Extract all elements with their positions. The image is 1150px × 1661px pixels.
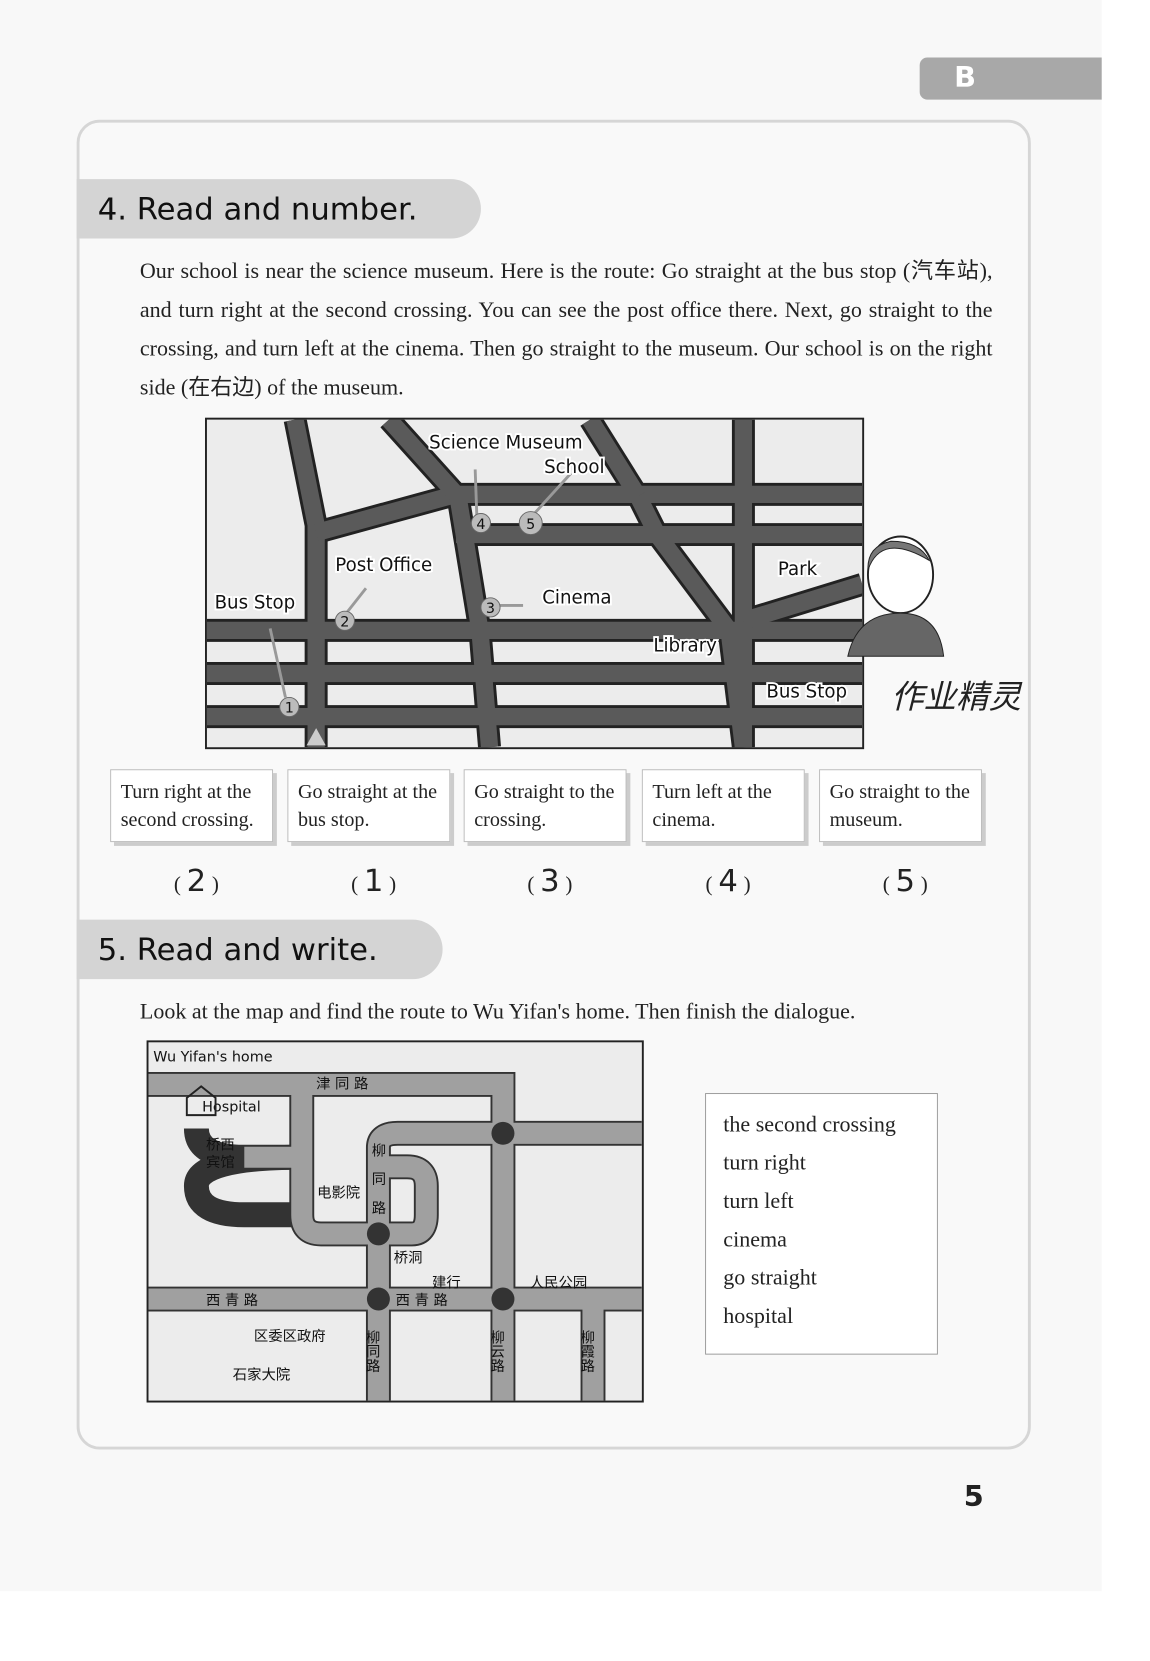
svg-text:石家大院: 石家大院 [233, 1367, 290, 1384]
label-library: Library [653, 635, 717, 656]
map-1-roads: 1 2 3 4 5 Science Museum School Post Offic… [206, 411, 866, 749]
svg-text:柳: 柳 [372, 1142, 386, 1159]
svg-text:柳云路: 柳云路 [488, 1329, 504, 1373]
svg-text:建行: 建行 [432, 1275, 461, 1292]
label-bus-stop-right: Bus Stop [766, 681, 847, 702]
step-box: Turn left at the cinema. [641, 769, 805, 843]
svg-text:人民公园: 人民公园 [530, 1275, 587, 1292]
step-box: Go straight to the museum. [819, 769, 982, 843]
label-school: School [544, 457, 604, 478]
svg-text:区委区政府: 区委区政府 [254, 1328, 326, 1345]
svg-text:4: 4 [476, 517, 485, 533]
svg-text:路: 路 [372, 1200, 386, 1217]
answer-slot[interactable]: (1) [316, 862, 431, 898]
label-cinema-cn: 电影院 [317, 1185, 360, 1202]
svg-text:西 青 路: 西 青 路 [396, 1292, 448, 1309]
answer-slot[interactable]: (2) [139, 862, 254, 898]
step-box: Turn right at the second crossing. [110, 769, 274, 843]
svg-text:桥洞: 桥洞 [394, 1250, 423, 1267]
label-bus-stop: Bus Stop [215, 592, 296, 613]
step-box: Go straight to the crossing. [463, 769, 627, 843]
svg-text:5: 5 [526, 517, 535, 533]
word-item: hospital [723, 1303, 794, 1328]
word-item: turn left [723, 1188, 794, 1213]
route-map-2: Wu Yifan's home Hospital 津 同 路 桥西 宾馆 电影院… [146, 1040, 644, 1403]
section-5-instruction: Look at the map and find the route to Wu… [139, 999, 856, 1024]
unit-tab: B [919, 57, 1102, 100]
step-box: Go straight at the bus stop. [287, 769, 451, 843]
page-number: 5 [963, 1480, 984, 1514]
map-2-roads: Wu Yifan's home Hospital 津 同 路 桥西 宾馆 电影院… [148, 1049, 642, 1401]
label-wu-yifans-home: Wu Yifan's home [153, 1049, 272, 1065]
section-4-title: 4. Read and number. [76, 179, 481, 239]
label-park: Park [778, 559, 818, 580]
boy-illustration [847, 535, 945, 657]
svg-text:柳霞路: 柳霞路 [578, 1329, 594, 1373]
answer-slot[interactable]: (4) [671, 862, 786, 898]
svg-text:同: 同 [372, 1172, 386, 1188]
label-hospital: Hospital [202, 1099, 261, 1115]
word-item: cinema [723, 1227, 787, 1252]
word-bank: the second crossing turn right turn left… [705, 1093, 938, 1355]
tab-letter: B [954, 61, 977, 95]
svg-text:津 同 路: 津 同 路 [316, 1075, 368, 1092]
svg-text:桥西: 桥西 [206, 1137, 235, 1154]
label-science-museum: Science Museum [429, 432, 582, 453]
svg-text:2: 2 [340, 615, 349, 631]
section-4-paragraph: Our school is near the science museum. H… [139, 258, 993, 400]
svg-text:宾馆: 宾馆 [206, 1154, 235, 1171]
label-post-office: Post Office [335, 555, 432, 576]
word-item: the second crossing [723, 1112, 896, 1137]
word-item: turn right [723, 1150, 806, 1175]
section-5-title: 5. Read and write. [76, 919, 443, 980]
route-map-1: 1 2 3 4 5 Science Museum School Post Offic… [205, 411, 866, 750]
word-item: go straight [723, 1265, 817, 1290]
label-cinema: Cinema [542, 588, 611, 609]
svg-text:西 青 路: 西 青 路 [206, 1292, 258, 1309]
answer-slot[interactable]: (5) [848, 862, 963, 898]
svg-text:1: 1 [285, 701, 294, 717]
svg-text:3: 3 [486, 601, 495, 617]
answer-slot[interactable]: (3) [492, 862, 607, 898]
svg-text:柳同路: 柳同路 [364, 1329, 380, 1373]
workbook-page: B 4. Read and number. Our school is near… [0, 0, 1102, 1592]
handwriting-mark: 作业精灵 [890, 678, 1022, 717]
